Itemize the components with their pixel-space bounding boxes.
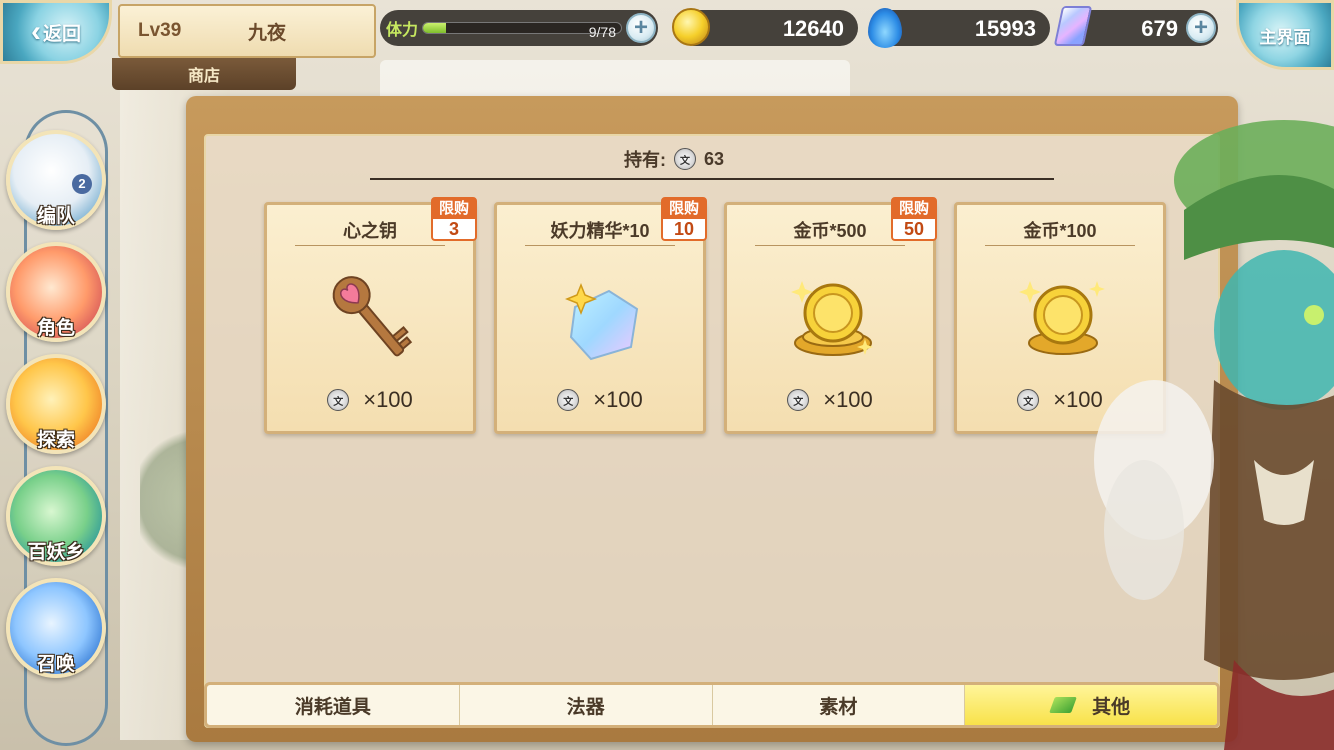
item-price: 文 ×100 bbox=[267, 387, 473, 413]
add-gem-button[interactable]: + bbox=[1186, 13, 1216, 43]
soul-counter: 15993 bbox=[868, 8, 1050, 48]
player-name: 九夜 bbox=[248, 22, 287, 44]
shop-token-icon: 文 bbox=[674, 148, 696, 170]
gold-counter: 12640 bbox=[672, 8, 858, 46]
nav-role-button[interactable]: 角色 bbox=[6, 242, 106, 342]
nav-explore-button[interactable]: 探索 bbox=[6, 354, 106, 454]
gem-value: 679 bbox=[1141, 16, 1178, 41]
shop-item-card[interactable]: 心之钥 限购 3 文 ×100 bbox=[264, 197, 477, 434]
stamina-value: 9/78 bbox=[588, 24, 616, 40]
tab-label: 消耗道具 bbox=[294, 696, 371, 718]
price-value: ×100 bbox=[593, 387, 643, 412]
nav-team-button[interactable]: 2 编队 bbox=[6, 130, 106, 230]
nav-village-label: 百妖乡 bbox=[27, 542, 85, 563]
nav-team-label: 编队 bbox=[36, 206, 75, 227]
item-title-underline bbox=[525, 245, 675, 246]
purchase-limit-badge: 限购 10 bbox=[661, 197, 707, 241]
limit-value: 10 bbox=[673, 219, 695, 239]
nav-summon-label: 召唤 bbox=[36, 654, 75, 675]
price-value: ×100 bbox=[363, 387, 413, 412]
limit-label: 限购 bbox=[433, 199, 475, 219]
item-price: 文 ×100 bbox=[727, 387, 933, 413]
gold-coin-stack-icon bbox=[791, 281, 873, 356]
shopkeeper-character bbox=[1094, 120, 1334, 750]
tab-label: 法器 bbox=[566, 696, 605, 718]
team-count-badge: 2 bbox=[72, 174, 92, 194]
nav-village-button[interactable]: 百妖乡 bbox=[6, 466, 106, 566]
crystal-essence-icon bbox=[564, 282, 639, 361]
gem-counter: 679 + bbox=[1053, 6, 1218, 46]
item-title-underline bbox=[755, 245, 905, 246]
shop-token-icon: 文 bbox=[557, 389, 580, 411]
purchase-limit-badge: 限购 3 bbox=[431, 197, 477, 241]
back-arrow-icon: ‹ bbox=[30, 15, 41, 48]
plus-icon: + bbox=[1193, 14, 1208, 41]
player-level: Lv39 bbox=[138, 20, 182, 41]
back-button-label: 返回 bbox=[42, 23, 81, 45]
purchase-limit-badge: 限购 50 bbox=[891, 197, 937, 241]
tab-materials[interactable]: 素材 bbox=[713, 685, 966, 725]
stamina-label: 体力 bbox=[386, 22, 419, 39]
gold-coin-icon bbox=[672, 8, 710, 46]
main-menu-label: 主界面 bbox=[1259, 27, 1311, 47]
heart-key-icon bbox=[332, 276, 413, 357]
page-title: 商店 bbox=[112, 58, 296, 90]
nav-role-label: 角色 bbox=[36, 318, 75, 339]
tab-consumables[interactable]: 消耗道具 bbox=[207, 685, 460, 725]
token-holding: 持有: 文 63 bbox=[624, 146, 724, 172]
stamina-fill bbox=[423, 23, 446, 33]
price-value: ×100 bbox=[823, 387, 873, 412]
tab-artifacts[interactable]: 法器 bbox=[460, 685, 713, 725]
player-info-plate: Lv39 九夜 bbox=[118, 4, 376, 58]
shop-item-card[interactable]: 金币*500 限购 50 文 ×100 bbox=[724, 197, 937, 434]
limit-value: 3 bbox=[448, 219, 459, 239]
gold-value: 12640 bbox=[782, 16, 844, 41]
shop-token-icon: 文 bbox=[327, 389, 350, 411]
holding-label: 持有: bbox=[624, 150, 666, 170]
holding-divider bbox=[370, 178, 1054, 180]
limit-label: 限购 bbox=[893, 199, 935, 219]
add-stamina-button[interactable]: + bbox=[626, 13, 656, 43]
limit-value: 50 bbox=[903, 219, 925, 239]
stamina-bar: 体力 9/78 + bbox=[380, 10, 658, 46]
holding-value: 63 bbox=[704, 148, 725, 169]
item-price: 文 ×100 bbox=[497, 387, 703, 413]
blue-flame-icon bbox=[868, 8, 902, 48]
soul-value: 15993 bbox=[974, 16, 1036, 41]
shop-item-list: 心之钥 限购 3 文 ×100 妖力精华*10 限购 10 文 ×100 金币*… bbox=[264, 197, 1166, 434]
item-title-underline bbox=[295, 245, 445, 246]
limit-label: 限购 bbox=[663, 199, 705, 219]
shop-item-card[interactable]: 妖力精华*10 限购 10 文 ×100 bbox=[494, 197, 707, 434]
nav-summon-button[interactable]: 召唤 bbox=[6, 578, 106, 678]
nav-explore-label: 探索 bbox=[36, 430, 75, 451]
tab-label: 素材 bbox=[819, 696, 858, 718]
plus-icon: + bbox=[633, 14, 648, 41]
shop-token-icon: 文 bbox=[787, 389, 810, 411]
